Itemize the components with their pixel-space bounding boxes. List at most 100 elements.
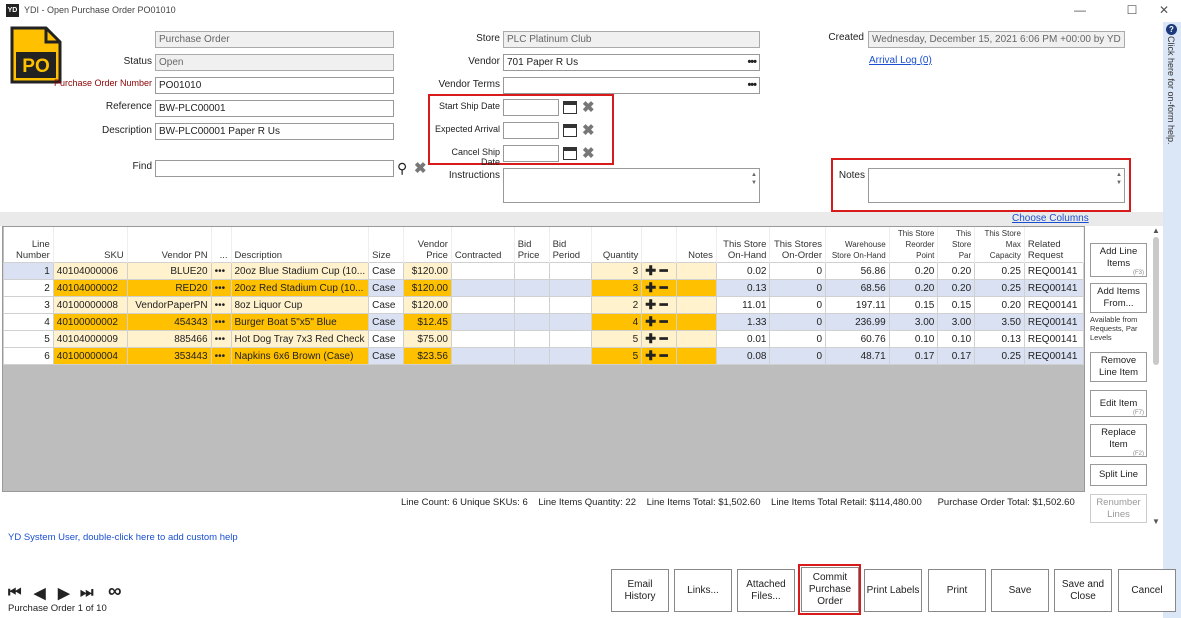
table-cell[interactable]: 68.56 [825, 279, 890, 297]
table-cell[interactable]: 3.00 [937, 313, 976, 331]
table-cell[interactable]: Case [368, 279, 405, 297]
table-cell[interactable]: $120.00 [403, 279, 452, 297]
save-button[interactable]: Save [991, 569, 1049, 612]
table-cell[interactable] [450, 296, 515, 314]
clear-cancel-ship-icon[interactable]: ✖ [582, 144, 595, 162]
table-cell[interactable]: 0.20 [937, 279, 976, 297]
on-form-help-bar[interactable]: ? Click here for on-form help. [1163, 22, 1181, 618]
arrival-log-link[interactable]: Arrival Log (0) [869, 55, 932, 66]
table-cell[interactable]: ••• [210, 279, 232, 297]
increment-icon[interactable]: ✚ [645, 349, 656, 363]
decrement-icon[interactable]: ━ [656, 315, 668, 329]
scroll-thumb[interactable] [1153, 237, 1159, 365]
column-header[interactable]: Vendor Price [403, 227, 452, 263]
table-cell[interactable]: 0.10 [937, 330, 976, 348]
increment-icon[interactable]: ✚ [645, 298, 656, 312]
table-row[interactable]: 1 40104000006 BLUE20 ••• 20oz Blue Stadium C… [3, 262, 1085, 280]
table-row[interactable]: 4 40100000002 454343 ••• Burger Boat 5"x5" B… [3, 313, 1085, 331]
table-cell[interactable] [676, 296, 717, 314]
table-cell[interactable] [513, 279, 550, 297]
table-cell[interactable] [450, 262, 515, 280]
increment-icon[interactable]: ✚ [645, 264, 656, 278]
first-record-icon[interactable]: ⏮ [8, 584, 22, 601]
table-cell[interactable]: 0.25 [974, 262, 1025, 280]
table-cell[interactable]: 6 [3, 347, 54, 365]
infinity-icon[interactable]: ∞ [108, 581, 122, 603]
table-cell[interactable]: 0.13 [715, 279, 771, 297]
table-cell[interactable]: ••• [210, 296, 232, 314]
table-cell[interactable]: 0.08 [715, 347, 771, 365]
table-cell[interactable]: ✚ ━ [641, 330, 678, 348]
close-icon[interactable]: ✕ [1150, 1, 1178, 21]
table-cell[interactable]: 4 [591, 313, 643, 331]
increment-icon[interactable]: ✚ [645, 332, 656, 346]
table-cell[interactable]: 8oz Liquor Cup [230, 296, 370, 314]
table-cell[interactable]: ••• [210, 313, 232, 331]
table-cell[interactable] [513, 296, 550, 314]
table-cell[interactable]: 20oz Red Stadium Cup (10... [230, 279, 370, 297]
save-and-close-button[interactable]: Save and Close [1054, 569, 1112, 612]
table-cell[interactable]: BLUE20 [126, 262, 212, 280]
vendor-input[interactable]: 701 Paper R Us ••• [503, 54, 760, 71]
table-cell[interactable]: 1.33 [715, 313, 771, 331]
table-cell[interactable]: 0.25 [974, 279, 1025, 297]
table-cell[interactable]: 885466 [126, 330, 212, 348]
choose-columns-link[interactable]: Choose Columns [1012, 213, 1089, 224]
column-header[interactable]: Vendor PN [127, 227, 212, 263]
table-cell[interactable] [676, 347, 717, 365]
table-cell[interactable]: Case [368, 296, 405, 314]
table-cell[interactable]: REQ00141 [1023, 296, 1085, 314]
column-header[interactable]: Related Request [1024, 227, 1085, 263]
table-cell[interactable]: 197.11 [825, 296, 890, 314]
table-cell[interactable]: Case [368, 347, 405, 365]
table-cell[interactable]: 0 [769, 296, 826, 314]
table-cell[interactable] [548, 279, 593, 297]
table-row[interactable]: 5 40104000009 885466 ••• Hot Dog Tray 7x3 Re… [3, 330, 1085, 348]
custom-help-text[interactable]: YD System User, double-click here to add… [8, 532, 238, 543]
table-cell[interactable]: 0.15 [888, 296, 939, 314]
table-cell[interactable] [548, 347, 593, 365]
increment-icon[interactable]: ✚ [645, 315, 656, 329]
next-record-icon[interactable]: ▶ [58, 584, 70, 602]
column-header[interactable]: SKU [53, 227, 128, 263]
clear-find-icon[interactable]: ✖ [414, 159, 427, 177]
attached-files-button[interactable]: Attached Files... [737, 569, 795, 612]
print-labels-button[interactable]: Print Labels [864, 569, 922, 612]
vendor-terms-browse-icon[interactable]: ••• [747, 78, 757, 92]
table-row[interactable]: 6 40100000004 353443 ••• Napkins 6x6 Brown (… [3, 347, 1085, 365]
table-cell[interactable]: 0.20 [888, 279, 939, 297]
table-cell[interactable] [450, 330, 515, 348]
table-row[interactable]: 2 40104000002 RED20 ••• 20oz Red Stadium Cup… [3, 279, 1085, 297]
decrement-icon[interactable]: ━ [656, 264, 668, 278]
table-cell[interactable]: 40100000004 [52, 347, 128, 365]
table-cell[interactable]: Napkins 6x6 Brown (Case) [230, 347, 370, 365]
table-cell[interactable]: 0 [769, 330, 826, 348]
column-header[interactable]: Bid Price [514, 227, 550, 263]
table-cell[interactable]: ••• [210, 330, 232, 348]
scroll-arrows[interactable]: ▲ ▼ [1116, 171, 1122, 187]
email-history-button[interactable]: Email History [611, 569, 669, 612]
table-cell[interactable]: ✚ ━ [641, 262, 678, 280]
table-cell[interactable]: 0.25 [974, 347, 1025, 365]
table-cell[interactable]: 3 [3, 296, 54, 314]
table-cell[interactable]: 0.20 [974, 296, 1025, 314]
notes-input[interactable]: ▲ ▼ [868, 168, 1125, 203]
table-cell[interactable]: REQ00141 [1023, 279, 1085, 297]
column-header[interactable]: Quantity [591, 227, 643, 263]
table-cell[interactable]: Burger Boat 5"x5" Blue [230, 313, 370, 331]
table-cell[interactable]: RED20 [126, 279, 212, 297]
table-cell[interactable]: 48.71 [825, 347, 890, 365]
table-cell[interactable]: 1 [3, 262, 54, 280]
table-cell[interactable] [513, 313, 550, 331]
table-cell[interactable]: $23.56 [403, 347, 452, 365]
column-header[interactable]: Size [368, 227, 405, 263]
table-cell[interactable] [676, 279, 717, 297]
table-cell[interactable]: 0 [769, 262, 826, 280]
edit-item-button[interactable]: Edit Item (F7) [1090, 390, 1147, 417]
table-cell[interactable]: ✚ ━ [641, 347, 678, 365]
table-cell[interactable]: 0.17 [888, 347, 939, 365]
table-cell[interactable] [548, 262, 593, 280]
column-header[interactable]: Bid Period [549, 227, 593, 263]
previous-record-icon[interactable]: ◀ [34, 584, 46, 602]
cancel-ship-input[interactable] [503, 145, 559, 162]
